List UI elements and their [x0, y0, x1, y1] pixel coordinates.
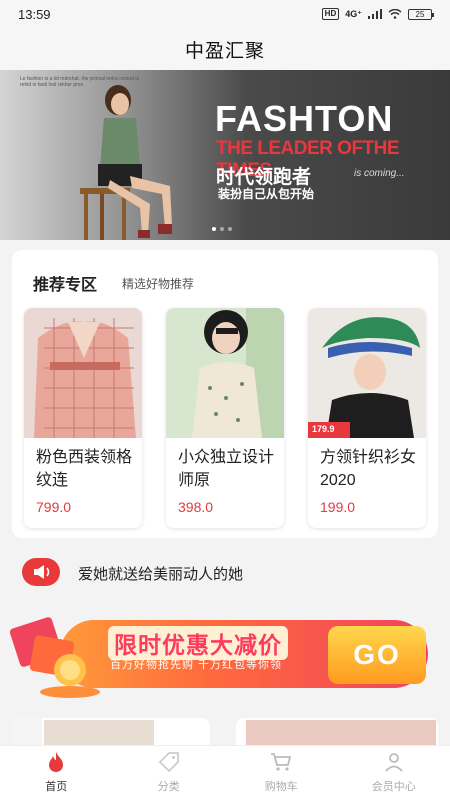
product-name: 粉色西装领格纹连 — [36, 449, 133, 489]
tab-label: 首页 — [45, 781, 68, 793]
tab-member[interactable]: 会员中心 — [338, 746, 450, 800]
status-bar: 13:59 HD 4G⁺ 25 — [0, 0, 450, 28]
product-price: 398.0 — [178, 499, 214, 515]
section-title: 推荐专区 — [33, 277, 98, 294]
bottom-tab-bar: 首页 分类 购物车 会员中心 — [0, 745, 450, 800]
network-type: 4G⁺ — [345, 8, 362, 19]
user-icon — [385, 753, 403, 772]
megaphone-icon — [22, 558, 60, 586]
product-image: 179.9 — [308, 308, 426, 438]
product-price: 199.0 — [320, 499, 356, 515]
tab-label: 会员中心 — [371, 781, 416, 793]
tag-icon — [158, 752, 179, 773]
hero-banner[interactable]: Le fashion is a lot mdrehat. Ihe prorsal… — [0, 70, 450, 240]
tab-cart[interactable]: 购物车 — [225, 746, 338, 800]
banner-model-image — [80, 85, 172, 240]
section-subtitle: 精选好物推荐 — [122, 277, 195, 291]
app-header: 中盈汇聚 — [0, 28, 450, 70]
promo-subtitle: 百万好物抢先购 千万红包等你领 — [110, 659, 283, 671]
product-image — [166, 308, 284, 438]
notice-bar[interactable]: 爱她就送给美丽动人的她 — [0, 550, 450, 594]
banner-dot[interactable] — [220, 227, 224, 231]
promo-title: 限时优惠大减价 — [108, 626, 288, 660]
recommend-section: 推荐专区 精选好物推荐 粉色西装领格纹连 799.0 小众独立设计师原 398.… — [12, 250, 438, 538]
banner-cn-subtitle: 装扮自己从包开始 — [218, 187, 315, 201]
next-section-card[interactable] — [236, 718, 438, 748]
promo-go-button[interactable]: GO — [328, 626, 426, 684]
page-title: 中盈汇聚 — [184, 40, 265, 62]
product-image — [24, 308, 142, 438]
product-card[interactable]: 179.9 方领针织衫女2020 199.0 — [308, 308, 426, 528]
tab-label: 分类 — [157, 781, 180, 793]
banner-dot[interactable] — [212, 227, 216, 231]
status-icons: HD 4G⁺ 25 — [321, 8, 434, 20]
red-envelope-icon — [10, 617, 100, 698]
product-card[interactable]: 粉色西装领格纹连 799.0 — [24, 308, 142, 528]
signal-icon — [368, 9, 382, 19]
product-tag-price: 179.9 — [312, 424, 335, 434]
flame-icon — [49, 752, 64, 772]
banner-coming-text: is coming... — [354, 168, 405, 179]
tab-home[interactable]: 首页 — [0, 746, 113, 800]
notice-text: 爱她就送给美丽动人的她 — [78, 566, 244, 583]
next-section-card[interactable] — [12, 718, 210, 748]
product-card[interactable]: 小众独立设计师原 398.0 — [166, 308, 284, 528]
product-name: 小众独立设计师原 — [178, 449, 275, 489]
battery-icon: 25 — [408, 8, 434, 20]
banner-headline: FASHTON — [215, 98, 394, 139]
banner-pagination[interactable] — [212, 227, 232, 231]
tab-category[interactable]: 分类 — [113, 746, 226, 800]
product-name: 方领针织衫女2020 — [320, 449, 417, 489]
promo-banner[interactable]: 限时优惠大减价 百万好物抢先购 千万红包等你领 GO — [10, 608, 436, 700]
status-time: 13:59 — [18, 6, 51, 22]
hd-icon: HD — [321, 8, 340, 20]
wifi-icon — [388, 9, 402, 19]
cart-icon — [271, 753, 292, 771]
tab-label: 购物车 — [264, 781, 298, 793]
product-price: 799.0 — [36, 499, 72, 515]
banner-dot[interactable] — [228, 227, 232, 231]
